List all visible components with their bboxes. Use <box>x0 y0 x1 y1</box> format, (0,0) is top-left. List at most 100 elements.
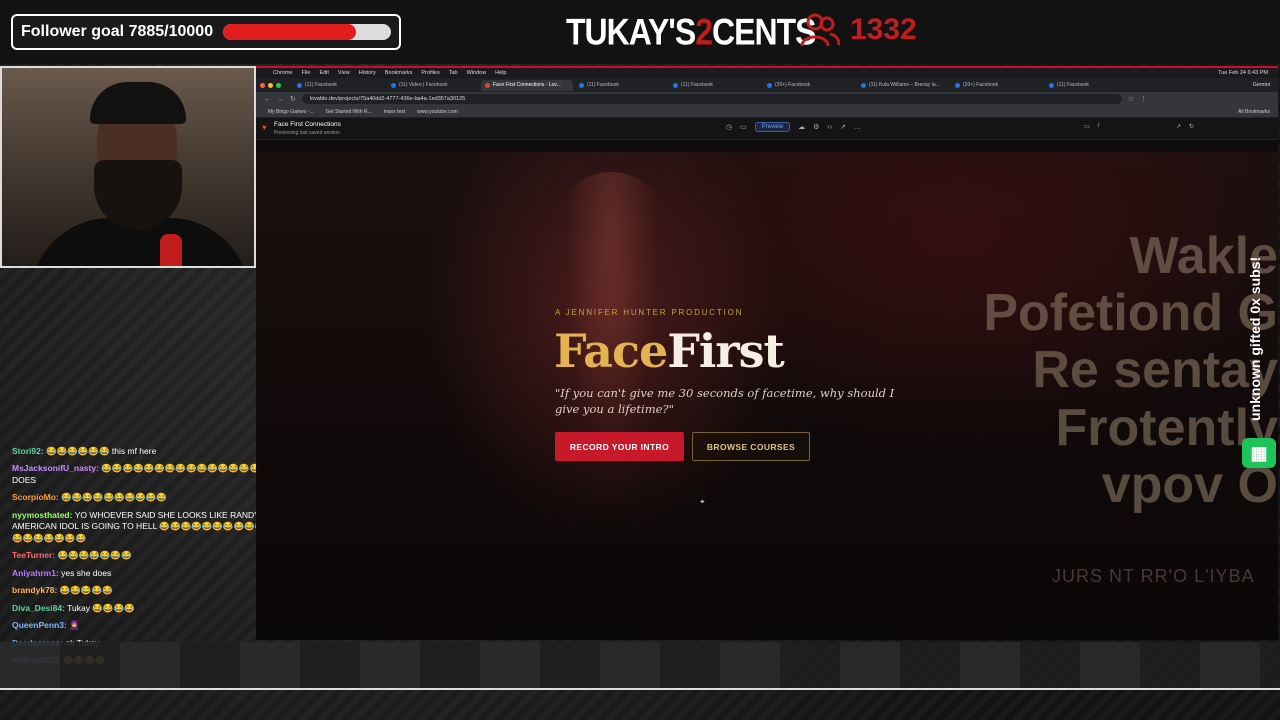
browser-tab[interactable]: Face First Connections - Lov... <box>481 79 573 91</box>
bg-text-line: Re sentay <box>1032 341 1278 400</box>
sidebar-toggle-icon[interactable]: ▭ <box>740 123 747 131</box>
analytics-icon[interactable]: ↗ <box>840 123 846 131</box>
chat-text: yes she does <box>61 567 112 578</box>
browser-tab[interactable]: (11) Facebook <box>1045 80 1137 91</box>
viewers-icon <box>800 13 840 47</box>
hero-kicker: A JENNIFER HUNTER PRODUCTION <box>555 308 744 317</box>
reload-icon[interactable]: ↻ <box>290 95 296 103</box>
path-field[interactable]: / <box>1098 123 1100 130</box>
preview-button[interactable]: Preview <box>754 122 791 132</box>
history-icon[interactable]: ◷ <box>726 123 732 131</box>
tab-label: (11) Facebook <box>587 82 619 88</box>
headline-first: First <box>667 324 785 378</box>
bookmark-item[interactable]: My Bingo Games -... <box>268 109 314 115</box>
chat-text: Tukay 😂😂😂😂 <box>67 602 135 613</box>
chat-username[interactable]: QueenPenn3: <box>12 620 67 630</box>
more-icon[interactable]: … <box>854 124 861 131</box>
chat-username[interactable]: Stori92: <box>12 446 44 456</box>
chat-username[interactable]: ScorpioMo: <box>12 492 59 502</box>
url-bar[interactable]: lovable.dev/projects/75a40dd2-4777-436e-… <box>301 94 1122 104</box>
chat-username[interactable]: brandyk78: <box>12 585 57 595</box>
browser-tab[interactable]: (11) Facebook <box>293 80 385 91</box>
bookmark-star-icon[interactable]: ☆ <box>1128 95 1134 103</box>
facebook-favicon-icon <box>767 82 772 88</box>
overlay-bottom-line <box>0 688 1280 690</box>
chat-username[interactable]: MsJacksonifU_nasty: <box>12 463 99 473</box>
close-window-button[interactable] <box>260 82 265 88</box>
mouse-cursor-icon: ⌖ <box>700 497 705 506</box>
menubar-item[interactable]: View <box>338 70 350 76</box>
microphone <box>160 234 182 266</box>
chat-username[interactable]: nyymosthated: <box>12 510 72 520</box>
settings-icon[interactable]: ⚙ <box>813 123 819 131</box>
hero-background-small-text: JURS NT RR'O L'IYBA <box>1052 566 1255 586</box>
device-icon[interactable]: ▭ <box>1084 123 1090 130</box>
open-external-icon[interactable]: ↗ <box>1176 123 1181 130</box>
chat-text: 🧕 <box>69 620 80 631</box>
menubar-item[interactable]: Edit <box>319 70 328 76</box>
minimize-window-button[interactable] <box>268 82 273 88</box>
menubar-item[interactable]: Bookmarks <box>385 70 413 76</box>
headline-face: Face <box>554 324 668 378</box>
menubar-item[interactable]: Tab <box>449 70 458 76</box>
webcam-person-cap <box>90 82 186 124</box>
browser-tab[interactable]: (20+) Facebook <box>951 80 1043 91</box>
chat-username[interactable]: Diva_Desi84: <box>12 603 65 613</box>
tab-label: (11) Facebook <box>1057 82 1089 88</box>
tab-label: (11) Facebook <box>681 82 713 88</box>
gemini-button[interactable]: Gemini <box>1253 82 1270 88</box>
tab-label: (11) Kula Williams – Brenay la... <box>869 82 940 88</box>
code-icon[interactable]: ‹› <box>827 124 832 131</box>
project-name[interactable]: Face First Connections <box>274 121 341 128</box>
all-bookmarks-button[interactable]: All Bookmarks <box>1238 109 1270 115</box>
project-status: Previewing last saved version <box>274 130 340 136</box>
bg-text-line: Pofetiond G <box>983 284 1278 343</box>
forward-icon[interactable]: → <box>277 96 284 103</box>
window-controls <box>260 82 281 88</box>
preview-path: ▭ / <box>1084 123 1099 130</box>
refresh-preview-icon[interactable]: ↻ <box>1189 123 1194 130</box>
chat-username[interactable]: TeeTurner: <box>12 550 55 560</box>
browser-tab[interactable]: (11) Kula Williams – Brenay la... <box>857 80 949 91</box>
record-intro-button[interactable]: RECORD YOUR INTRO <box>555 432 684 461</box>
tab-label: (20+) Facebook <box>775 82 811 88</box>
preview-actions: ↗ ↻ <box>1176 123 1194 130</box>
menubar-item[interactable]: History <box>359 70 376 76</box>
bg-text-line: vpov O <box>1101 455 1278 514</box>
menubar-item[interactable]: Help <box>495 70 506 76</box>
cloud-icon[interactable]: ☁ <box>798 123 805 131</box>
browse-courses-button[interactable]: BROWSE COURSES <box>692 432 810 461</box>
overlay-bottom-strip <box>0 642 1280 688</box>
tab-label: (11) Facebook <box>305 82 337 88</box>
extensions-icon[interactable]: ⋮ <box>1140 95 1147 103</box>
lovable-logo-icon[interactable]: ♥ <box>262 123 267 132</box>
browser-tab[interactable]: (11) Facebook <box>575 80 667 91</box>
browser-tab[interactable]: (11) Video | Facebook <box>387 80 479 91</box>
logo-text-left: TUKAY'S <box>566 11 696 53</box>
zoom-window-button[interactable] <box>276 82 281 88</box>
bookmark-item[interactable]: Get Started With R... <box>326 109 372 115</box>
tab-label: (20+) Facebook <box>963 82 999 88</box>
facebook-favicon-icon <box>297 82 302 88</box>
chat-username[interactable]: Aniyahrm1: <box>12 568 59 578</box>
bookmark-item[interactable]: www.youtube.com <box>417 109 458 115</box>
facebook-favicon-icon <box>1049 82 1054 88</box>
bookmark-item[interactable]: maxx test <box>384 109 405 115</box>
mac-menubar: Chrome File Edit View History Bookmarks Profil… <box>256 66 1278 78</box>
follower-goal-bar <box>223 24 392 40</box>
facebook-favicon-icon <box>861 82 866 88</box>
browser-tab[interactable]: (20+) Facebook <box>763 80 855 91</box>
menubar-item[interactable]: Profiles <box>421 70 439 76</box>
menubar-item[interactable]: Chrome <box>273 70 293 76</box>
bg-text-line: Frotently <box>1055 398 1278 457</box>
hero-background-text: Wakle Pofetiond G Re sentay Frotently vp… <box>938 227 1278 514</box>
follower-goal-fill <box>223 24 356 40</box>
browser-tab[interactable]: (11) Facebook <box>669 80 761 91</box>
gift-icon: ▦ <box>1242 438 1276 468</box>
browser-tab-strip: (11) Facebook (11) Video | Facebook Face F… <box>256 78 1278 92</box>
viewer-count: 1332 <box>800 12 917 48</box>
facebook-favicon-icon <box>955 82 960 88</box>
menubar-item[interactable]: File <box>302 70 311 76</box>
menubar-item[interactable]: Window <box>467 70 487 76</box>
back-icon[interactable]: ← <box>264 96 271 103</box>
